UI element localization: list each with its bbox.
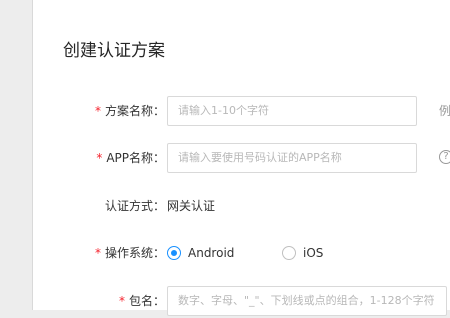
package-name-input[interactable]: 数字、字母、"_"、下划线或点的组合，1-128个字符 [167, 286, 447, 316]
package-name-label-text: 包名： [128, 294, 165, 308]
app-name-label-text: APP名称： [106, 151, 165, 165]
scheme-name-input[interactable]: 请输入1-10个字符 [167, 96, 417, 126]
radio-unchecked-icon[interactable] [282, 246, 296, 260]
required-mark: * [118, 294, 125, 308]
os-label-text: 操作系统： [104, 246, 165, 260]
page-backdrop [0, 0, 32, 300]
app-name-row: * APP名称： 请输入要使用号码认证的APP名称 ? [33, 141, 450, 175]
package-name-row: * 包名： 数字、字母、"_"、下划线或点的组合，1-128个字符 [33, 284, 450, 318]
app-name-label: * APP名称： [96, 141, 165, 175]
os-option-android[interactable]: Android [167, 236, 234, 270]
os-option-ios[interactable]: iOS [282, 236, 323, 270]
auth-method-value: 网关认证 [167, 199, 216, 213]
required-mark: * [94, 246, 101, 260]
help-icon[interactable]: ? [439, 150, 450, 164]
os-option-ios-label: iOS [303, 246, 324, 260]
package-name-label: * 包名： [119, 284, 165, 318]
scheme-name-label-text: 方案名称： [104, 104, 165, 118]
scheme-name-example-hint: 例 [439, 104, 450, 118]
required-mark: * [94, 104, 101, 118]
os-option-android-label: Android [188, 246, 235, 260]
radio-checked-icon[interactable] [167, 246, 181, 260]
create-auth-scheme-dialog: 创建认证方案 * 方案名称： 请输入1-10个字符 例 * APP名称： 请输入要使… [32, 0, 450, 316]
scheme-name-row: * 方案名称： 请输入1-10个字符 例 [33, 94, 450, 128]
scheme-name-label: * 方案名称： [95, 94, 165, 128]
auth-method-row: 认证方式： 网关认证 [33, 189, 450, 223]
os-row: * 操作系统： Android iOS [33, 236, 450, 270]
dialog-title: 创建认证方案 [63, 41, 165, 61]
os-label: * 操作系统： [95, 236, 165, 270]
auth-method-label: 认证方式： [104, 199, 165, 213]
app-name-input[interactable]: 请输入要使用号码认证的APP名称 [167, 143, 417, 173]
required-mark: * [96, 151, 103, 165]
